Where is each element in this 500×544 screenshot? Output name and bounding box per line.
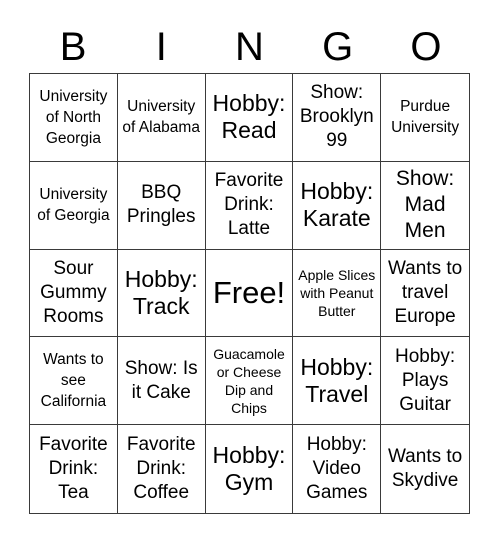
bingo-cell[interactable]: Favorite Drink: Coffee — [118, 425, 206, 513]
cell-text: Show: Is it Cake — [124, 357, 198, 403]
cell-text: Show: Mad Men — [395, 167, 455, 243]
bingo-header: B I N G O — [29, 22, 470, 72]
bingo-cell[interactable]: Show: Mad Men — [381, 162, 469, 250]
cell-text: Show: Brooklyn 99 — [299, 82, 374, 152]
cell-text: Hobby: Read — [212, 90, 286, 144]
cell-text: Guacamole or Cheese Dip and Chips — [213, 345, 285, 416]
bingo-cell[interactable]: Apple Slices with Peanut Butter — [293, 249, 382, 338]
cell-text: Purdue University — [391, 98, 460, 137]
cell-text: Favorite Drink: Coffee — [126, 434, 196, 504]
cell-text: Hobby: Karate — [300, 178, 374, 232]
bingo-cell[interactable]: Show: Brooklyn 99 — [293, 74, 382, 162]
cell-text: Favorite Drink: Latte — [214, 170, 284, 240]
header-letter-i: I — [155, 25, 167, 69]
bingo-cell[interactable]: Hobby: Gym — [206, 425, 294, 513]
cell-text: Hobby: Plays Guitar — [394, 345, 456, 415]
bingo-cell[interactable]: Wants to travel Europe — [381, 250, 469, 338]
cell-text: Favorite Drink: Tea — [39, 434, 108, 504]
bingo-cell[interactable]: BBQ Pringles — [117, 161, 206, 250]
bingo-cell[interactable]: Hobby: Track — [117, 249, 206, 338]
bingo-cell[interactable]: Hobby: Read — [205, 74, 294, 162]
cell-text: University of Georgia — [37, 186, 110, 225]
bingo-cell[interactable]: Favorite Drink: Latte — [205, 161, 294, 250]
cell-text: Wants to travel Europe — [387, 257, 463, 327]
cell-text: BBQ Pringles — [126, 182, 196, 228]
bingo-cell[interactable]: University of Alabama — [117, 74, 206, 162]
cell-text: University of North Georgia — [39, 87, 108, 147]
cell-text: Hobby: Track — [124, 265, 198, 319]
bingo-cell[interactable]: Hobby: Plays Guitar — [381, 337, 469, 426]
free-space-text: Free! — [212, 274, 286, 310]
bingo-cell[interactable]: Hobby: Video Games — [293, 425, 382, 513]
bingo-cell[interactable]: Favorite Drink: Tea — [30, 425, 118, 513]
bingo-cell[interactable]: Sour Gummy Rooms — [30, 249, 118, 338]
cell-text: Hobby: Video Games — [306, 434, 368, 504]
cell-text: Wants to Skydive — [387, 446, 463, 492]
cell-text: University of Alabama — [122, 98, 200, 137]
cell-text: Wants to see California — [40, 351, 107, 411]
cell-text: Hobby: Travel — [300, 353, 374, 407]
header-letter-o: O — [410, 25, 442, 69]
free-space-cell[interactable]: Free! — [205, 249, 294, 338]
cell-text: Hobby: Gym — [212, 442, 286, 496]
header-letter-n: N — [235, 25, 264, 69]
header-letter-b: B — [59, 25, 87, 69]
bingo-cell[interactable]: Show: Is it Cake — [117, 337, 206, 426]
bingo-cell[interactable]: Hobby: Karate — [293, 161, 382, 250]
bingo-cell[interactable]: Purdue University — [381, 74, 469, 162]
bingo-cell[interactable]: Wants to see California — [30, 337, 118, 426]
bingo-cell[interactable]: University of Georgia — [30, 161, 118, 250]
cell-text: Sour Gummy Rooms — [40, 257, 107, 327]
bingo-cell[interactable]: University of North Georgia — [30, 74, 118, 162]
bingo-cell[interactable]: Guacamole or Cheese Dip and Chips — [205, 337, 294, 426]
bingo-cell[interactable]: Wants to Skydive — [381, 425, 469, 513]
cell-text: Apple Slices with Peanut Butter — [298, 266, 376, 319]
bingo-cell[interactable]: Hobby: Travel — [293, 337, 382, 426]
header-letter-g: G — [322, 25, 354, 69]
bingo-grid: University of North Georgia University o… — [29, 73, 470, 514]
